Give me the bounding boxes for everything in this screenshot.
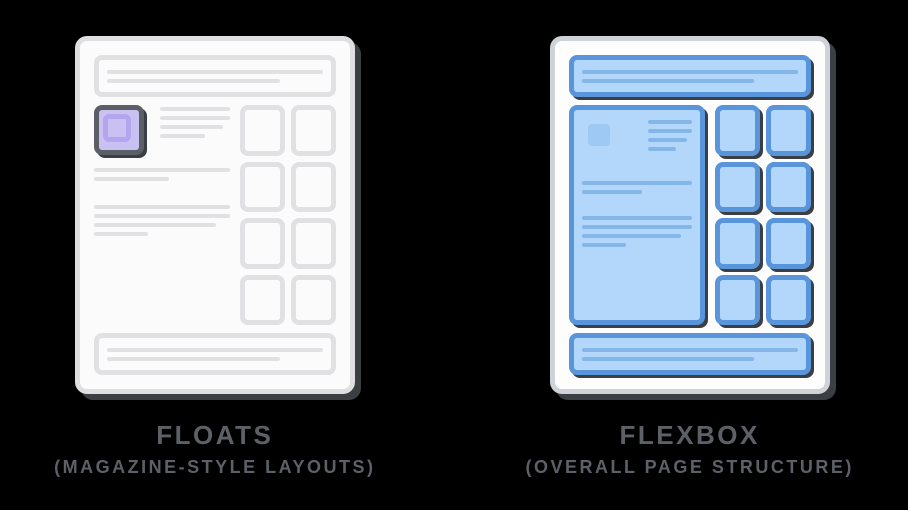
placeholder-line	[582, 190, 643, 194]
placeholder-line	[648, 129, 692, 133]
placeholder-line	[160, 116, 230, 120]
placeholder-line	[94, 223, 216, 227]
placeholder-line	[582, 216, 692, 220]
grid-cell	[240, 162, 285, 213]
placeholder-line	[582, 357, 755, 361]
thumbnail-icon	[582, 118, 632, 168]
placeholder-line	[107, 70, 323, 74]
flexbox-page-mock	[550, 36, 830, 394]
placeholder-line	[648, 138, 688, 142]
grid-cell	[715, 105, 760, 156]
flexbox-footer-bar	[569, 333, 811, 375]
placeholder-line	[582, 181, 692, 185]
flexbox-panel: FLEXBOX (OVERALL PAGE STRUCTURE)	[526, 36, 854, 478]
placeholder-line	[94, 177, 169, 181]
placeholder-line	[582, 70, 798, 74]
grid-cell	[240, 105, 285, 156]
floated-image-icon	[94, 105, 144, 155]
flexbox-sidebar-grid	[715, 105, 811, 325]
floats-article	[94, 105, 230, 325]
flexbox-article	[569, 105, 705, 325]
grid-cell	[766, 105, 811, 156]
floats-mid-row	[94, 105, 336, 325]
placeholder-line	[582, 234, 681, 238]
grid-cell	[766, 162, 811, 213]
placeholder-line	[107, 79, 280, 83]
placeholder-line	[582, 348, 798, 352]
placeholder-line	[107, 348, 323, 352]
placeholder-line	[94, 168, 230, 172]
floats-panel: FLOATS (MAGAZINE-STYLE LAYOUTS)	[54, 36, 375, 478]
placeholder-line	[582, 225, 692, 229]
flexbox-header-bar	[569, 55, 811, 97]
placeholder-line	[582, 243, 626, 247]
placeholder-line	[160, 134, 206, 138]
placeholder-line	[107, 357, 280, 361]
grid-cell	[766, 218, 811, 269]
placeholder-line	[94, 214, 230, 218]
grid-cell	[715, 162, 760, 213]
grid-cell	[766, 275, 811, 326]
placeholder-line	[94, 205, 230, 209]
grid-cell	[291, 275, 336, 326]
placeholder-line	[648, 120, 692, 124]
floats-page-mock	[75, 36, 355, 394]
placeholder-line	[94, 232, 148, 236]
floats-title: FLOATS	[156, 420, 273, 451]
grid-cell	[715, 218, 760, 269]
grid-cell	[291, 218, 336, 269]
grid-cell	[291, 162, 336, 213]
grid-cell	[240, 275, 285, 326]
floats-footer-bar	[94, 333, 336, 375]
floats-header-bar	[94, 55, 336, 97]
thumbnail-fold-icon	[588, 124, 610, 146]
placeholder-line	[160, 107, 230, 111]
grid-cell	[291, 105, 336, 156]
floats-sidebar-grid	[240, 105, 336, 325]
placeholder-line	[582, 79, 755, 83]
placeholder-line	[648, 147, 677, 151]
grid-cell	[715, 275, 760, 326]
floats-subtitle: (MAGAZINE-STYLE LAYOUTS)	[54, 457, 375, 478]
grid-cell	[240, 218, 285, 269]
flexbox-subtitle: (OVERALL PAGE STRUCTURE)	[526, 457, 854, 478]
placeholder-line	[160, 125, 223, 129]
flexbox-title: FLEXBOX	[620, 420, 760, 451]
flexbox-mid-row	[569, 105, 811, 325]
